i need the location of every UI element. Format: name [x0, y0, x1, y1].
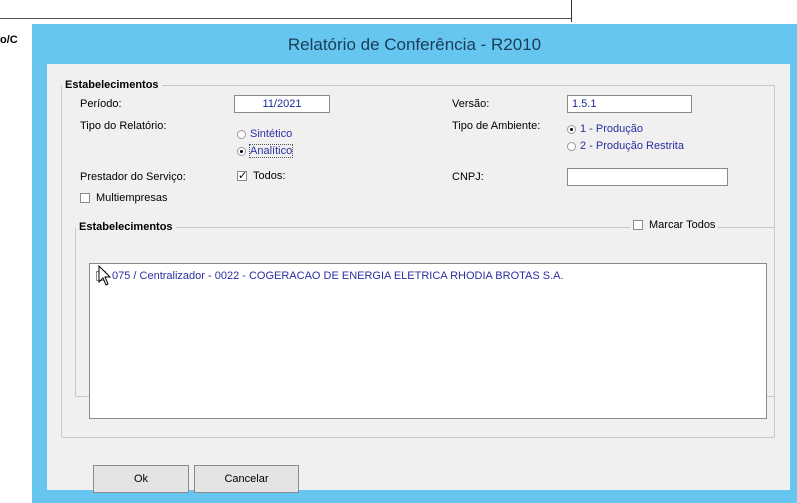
todos-checkbox[interactable]: ✓ Todos:	[237, 170, 285, 182]
periodo-label: Período:	[80, 98, 122, 110]
prestador-label: Prestador do Serviço:	[80, 171, 186, 183]
list-item-label: 075 / Centralizador - 0022 - COGERACAO D…	[112, 270, 564, 282]
dialog-title[interactable]: Relatório de Conferência - R2010	[32, 24, 797, 64]
radio-analitico-label: Analítico	[248, 144, 294, 158]
multiempresas-label: Multiempresas	[96, 192, 168, 204]
group-title: Estabelecimentos	[65, 79, 159, 91]
checkbox-icon	[633, 220, 643, 230]
cnpj-input[interactable]	[567, 168, 728, 186]
estabelecimentos-list[interactable]: 075 / Centralizador - 0022 - COGERACAO D…	[89, 263, 767, 419]
versao-input[interactable]: 1.5.1	[567, 95, 692, 113]
versao-label: Versão:	[452, 98, 490, 110]
list-item[interactable]: 075 / Centralizador - 0022 - COGERACAO D…	[96, 270, 564, 282]
ok-button[interactable]: Ok	[93, 465, 189, 493]
checkbox-checked-icon: ✓	[237, 170, 248, 182]
mouse-cursor-icon	[98, 265, 112, 286]
periodo-input[interactable]: 11/2021	[234, 95, 330, 113]
radio-button-icon	[567, 141, 576, 151]
estabelecimentos-list-title: Estabelecimentos	[79, 221, 173, 233]
radio-producao-label: 1 - Produção	[580, 123, 643, 135]
radio-producao-restrita-label: 2 - Produção Restrita	[580, 140, 684, 152]
checkbox-icon	[80, 193, 90, 203]
radio-analitico[interactable]: Analítico	[237, 144, 294, 158]
tipo-relatorio-label: Tipo do Relatório:	[80, 120, 167, 132]
todos-label: Todos:	[253, 170, 286, 182]
background-column-label: o/C	[0, 34, 18, 46]
radio-producao[interactable]: 1 - Produção	[567, 123, 643, 135]
radio-sintetico[interactable]: Sintético	[237, 128, 292, 140]
radio-sintetico-label: Sintético	[250, 128, 293, 140]
background-divider	[0, 18, 572, 19]
radio-producao-restrita[interactable]: 2 - Produção Restrita	[567, 140, 684, 152]
radio-button-selected-icon	[237, 146, 246, 156]
cnpj-label: CNPJ:	[452, 171, 484, 183]
background-divider-vertical	[571, 0, 572, 22]
marcar-todos-checkbox[interactable]: Marcar Todos	[630, 219, 719, 231]
cancel-button[interactable]: Cancelar	[194, 465, 299, 493]
tipo-ambiente-label: Tipo de Ambiente:	[452, 120, 541, 132]
marcar-todos-label: Marcar Todos	[649, 219, 716, 231]
radio-button-selected-icon	[567, 124, 576, 134]
multiempresas-checkbox[interactable]: Multiempresas	[80, 192, 168, 204]
radio-button-icon	[237, 129, 246, 139]
